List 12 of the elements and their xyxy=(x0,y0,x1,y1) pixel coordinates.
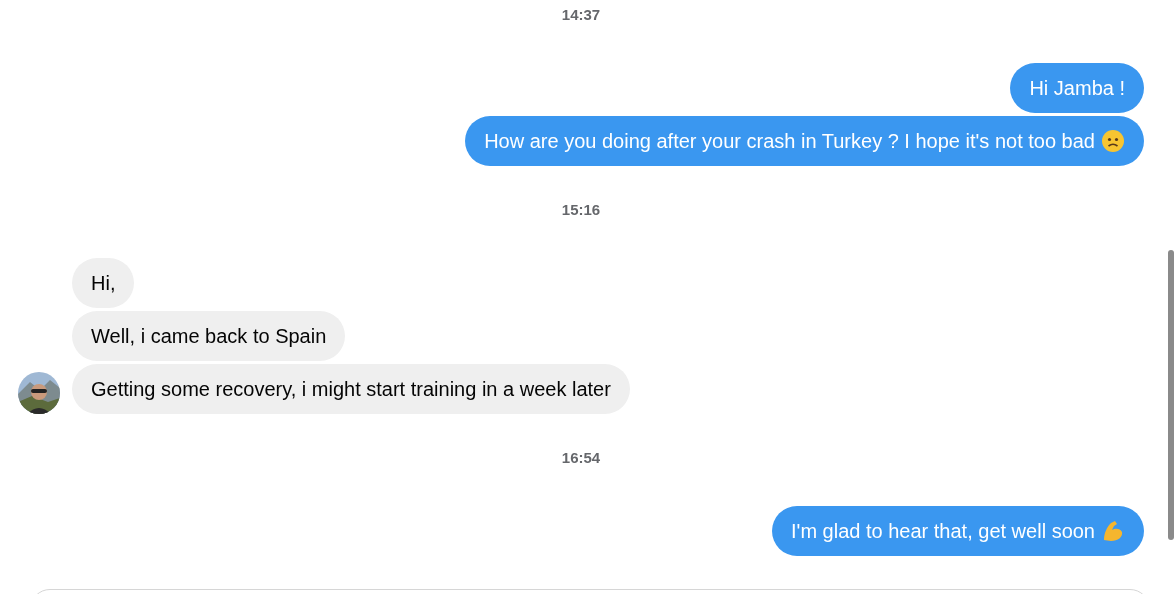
timestamp: 15:16 xyxy=(561,200,601,220)
message-bubble: Hi, xyxy=(72,258,135,308)
scrollbar[interactable] xyxy=(1168,250,1174,540)
timestamp: 16:54 xyxy=(561,448,601,468)
timestamp: 14:37 xyxy=(561,5,601,25)
message-bubble: Hi Jamba ! xyxy=(1010,63,1144,113)
message-bubble: How are you doing after your crash in Turkey ? I hope it's not too bad xyxy=(465,116,1144,166)
message-bubble: I'm glad to hear that, get well soon xyxy=(772,506,1144,556)
message-bubble: Well, i came back to Spain xyxy=(72,311,346,361)
message-bubble: Getting some recovery, i might start training in a week later xyxy=(72,364,630,414)
flexed-arm-icon xyxy=(1101,519,1125,543)
frowning-face-icon xyxy=(1101,129,1125,153)
